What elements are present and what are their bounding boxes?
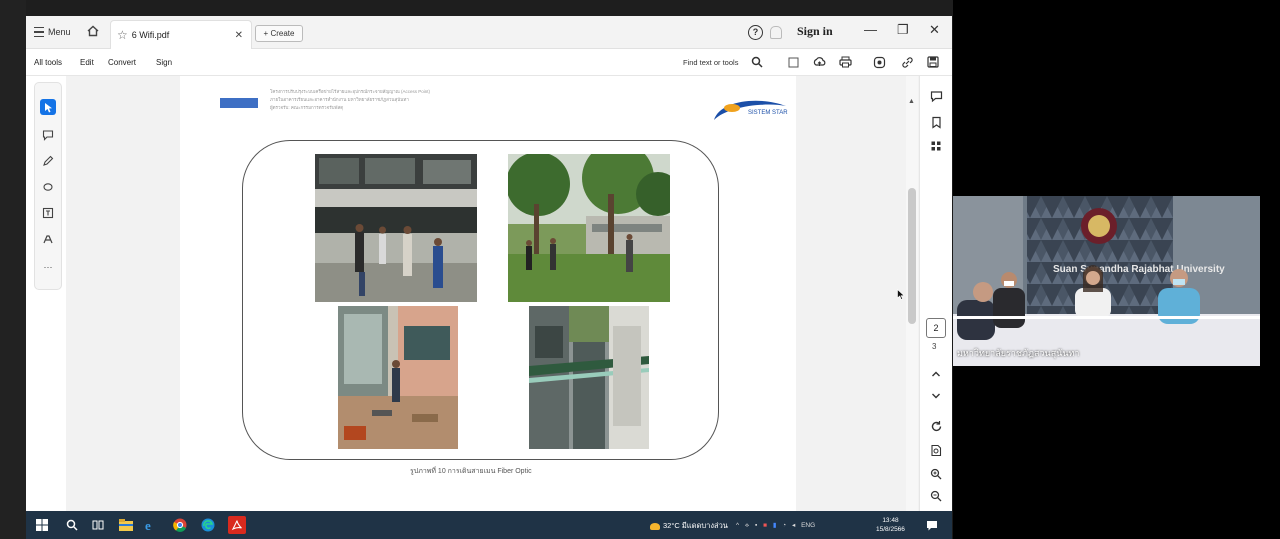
screen-share-left-band xyxy=(0,0,26,539)
header-color-bar xyxy=(220,98,258,108)
notification-center-icon[interactable] xyxy=(924,517,940,533)
language-indicator[interactable]: ENG xyxy=(801,522,815,529)
taskbar-weather[interactable]: 32°C มีแดดบางส่วน xyxy=(650,520,728,532)
participant-video-tile[interactable]: Suan Sunandha Rajabhat University มหาวิท… xyxy=(953,196,1260,366)
search-icon[interactable] xyxy=(750,55,764,69)
file-explorer-icon[interactable] xyxy=(118,517,134,533)
scrollbar-thumb[interactable] xyxy=(908,188,916,324)
scroll-up-icon[interactable]: ▲ xyxy=(908,98,915,105)
comment-tool-icon[interactable] xyxy=(40,127,56,143)
clock-date: 15/8/2566 xyxy=(876,526,905,533)
page-down-chevron-icon[interactable] xyxy=(928,388,944,404)
help-icon[interactable]: ? xyxy=(748,25,763,40)
page-zoom-icon[interactable] xyxy=(928,442,944,458)
main-toolbar: All tools Edit Convert Sign Find text or… xyxy=(26,49,952,76)
clock-time: 13:48 xyxy=(882,517,899,524)
windows-taskbar: e 32°C มีแดดบางส่วน ^ ⟡ ▪ ■ ▮ ◔ ◂ ENG 13… xyxy=(26,511,952,539)
toolbar-sign[interactable]: Sign xyxy=(156,58,172,67)
figure-caption: รูปภาพที่ 10 การเดินสายเมน Fiber Optic xyxy=(410,468,532,475)
acrobat-taskbar-icon[interactable] xyxy=(228,516,246,534)
vertical-scrollbar[interactable]: ▲ ▼ xyxy=(906,76,918,526)
select-tool-icon[interactable] xyxy=(40,99,56,115)
zoom-in-icon[interactable] xyxy=(928,466,944,482)
weather-icon xyxy=(650,522,660,530)
zoom-out-icon[interactable] xyxy=(928,488,944,504)
cloud-upload-icon[interactable] xyxy=(812,55,826,69)
tab-close-icon[interactable]: ✕ xyxy=(235,30,243,41)
header-line-2: ภายในอาคารเรียนและอาคารสำนักงาน มหาวิทยา… xyxy=(270,97,409,102)
photo-cable-tray xyxy=(529,306,649,449)
hamburger-icon xyxy=(34,27,44,37)
wifi-icon[interactable]: ◔ xyxy=(782,522,786,529)
photo-corridor-worker xyxy=(338,306,458,449)
participant-name: มหาวิทยาลัยราชภัฏสวนสุนันทา xyxy=(957,348,1080,358)
taskbar-search-icon[interactable] xyxy=(64,517,80,533)
antivirus-tray-icon[interactable]: ■ xyxy=(763,522,767,529)
menu-label: Menu xyxy=(48,27,71,37)
system-tray[interactable]: ^ ⟡ ▪ ■ ▮ ◔ ◂ ENG xyxy=(736,521,815,530)
edge-icon[interactable] xyxy=(200,517,216,533)
next-page-number[interactable]: 3 xyxy=(932,342,936,351)
ai-assistant-icon[interactable] xyxy=(872,55,886,69)
star-icon[interactable]: ☆ xyxy=(117,28,128,42)
right-tools-panel: 2 3 xyxy=(919,76,952,526)
link-icon[interactable] xyxy=(900,55,914,69)
text-box-icon[interactable] xyxy=(40,205,56,221)
header-line-3: ผู้ตรวจรับ: คณะกรรมการตรวจรับพัสดุ xyxy=(270,105,344,110)
home-icon[interactable] xyxy=(86,24,100,38)
thumbnails-panel-icon[interactable] xyxy=(928,138,944,154)
bluetooth-tray-icon[interactable]: ▮ xyxy=(773,522,777,529)
chrome-icon[interactable] xyxy=(172,517,188,533)
shared-screen: Menu ☆ 6 Wifi.pdf ✕ + Create ? Sign in —… xyxy=(26,16,952,539)
bookmark-panel-icon[interactable] xyxy=(928,114,944,130)
page-up-chevron-icon[interactable] xyxy=(928,366,944,382)
internet-explorer-icon[interactable]: e xyxy=(142,517,158,533)
taskbar-clock[interactable]: 13:48 15/8/2566 xyxy=(876,516,905,534)
fill-sign-icon[interactable] xyxy=(40,231,56,247)
restore-button[interactable]: ❐ xyxy=(897,22,909,38)
photo-garden-trees xyxy=(508,154,670,302)
menu-button[interactable]: Menu xyxy=(34,24,71,40)
toolbar-edit[interactable]: Edit xyxy=(80,58,94,67)
acrobat-title-bar: Menu ☆ 6 Wifi.pdf ✕ + Create ? Sign in —… xyxy=(26,16,952,49)
current-page-box[interactable]: 2 xyxy=(926,318,946,338)
sign-in-button[interactable]: Sign in xyxy=(797,24,833,39)
comments-panel-icon[interactable] xyxy=(928,88,944,104)
company-logo: SISTEM STAR xyxy=(714,100,788,120)
minimize-button[interactable]: — xyxy=(864,22,877,37)
highlight-pen-icon[interactable] xyxy=(40,153,56,169)
network-icon[interactable]: ⟡ xyxy=(745,522,749,529)
weather-text: 32°C มีแดดบางส่วน xyxy=(663,521,728,530)
print-icon[interactable] xyxy=(838,55,852,69)
find-text-or-tools[interactable]: Find text or tools xyxy=(683,58,738,67)
toolbar-all-tools[interactable]: All tools xyxy=(34,58,62,67)
video-feed: Suan Sunandha Rajabhat University xyxy=(953,196,1260,366)
toolbar-convert[interactable]: Convert xyxy=(108,58,136,67)
windows-start-icon[interactable] xyxy=(34,517,50,533)
tray-chevron-icon[interactable]: ^ xyxy=(736,522,739,529)
create-button[interactable]: + Create xyxy=(255,25,303,42)
pdf-page: โครงการปรับปรุงระบบเครือข่ายไร้สายและอุป… xyxy=(180,76,796,526)
svg-text:e: e xyxy=(145,518,151,532)
document-viewport[interactable]: โครงการปรับปรุงระบบเครือข่ายไร้สายและอุป… xyxy=(66,76,932,526)
tab-title: 6 Wifi.pdf xyxy=(131,30,170,40)
task-view-icon[interactable] xyxy=(90,517,106,533)
notification-bell-icon[interactable] xyxy=(770,26,782,39)
backdrop-text: Suan Sunandha Rajabhat University xyxy=(1053,264,1225,275)
draw-shape-icon[interactable] xyxy=(40,179,56,195)
logo-text: SISTEM STAR xyxy=(748,110,788,116)
document-tab[interactable]: ☆ 6 Wifi.pdf ✕ xyxy=(110,20,252,49)
save-icon[interactable] xyxy=(926,55,940,69)
volume-icon[interactable]: ◂ xyxy=(792,522,795,529)
app-tray-icon[interactable]: ▪ xyxy=(755,522,757,529)
refresh-icon[interactable] xyxy=(928,418,944,434)
more-tools-icon[interactable]: ··· xyxy=(40,259,56,275)
quick-tools-rail: ··· xyxy=(34,82,62,290)
close-window-button[interactable]: ✕ xyxy=(929,22,940,38)
photo-building-exterior xyxy=(315,154,477,302)
header-line-1: โครงการปรับปรุงระบบเครือข่ายไร้สายและอุป… xyxy=(270,89,431,94)
page-display-icon[interactable] xyxy=(786,55,800,69)
